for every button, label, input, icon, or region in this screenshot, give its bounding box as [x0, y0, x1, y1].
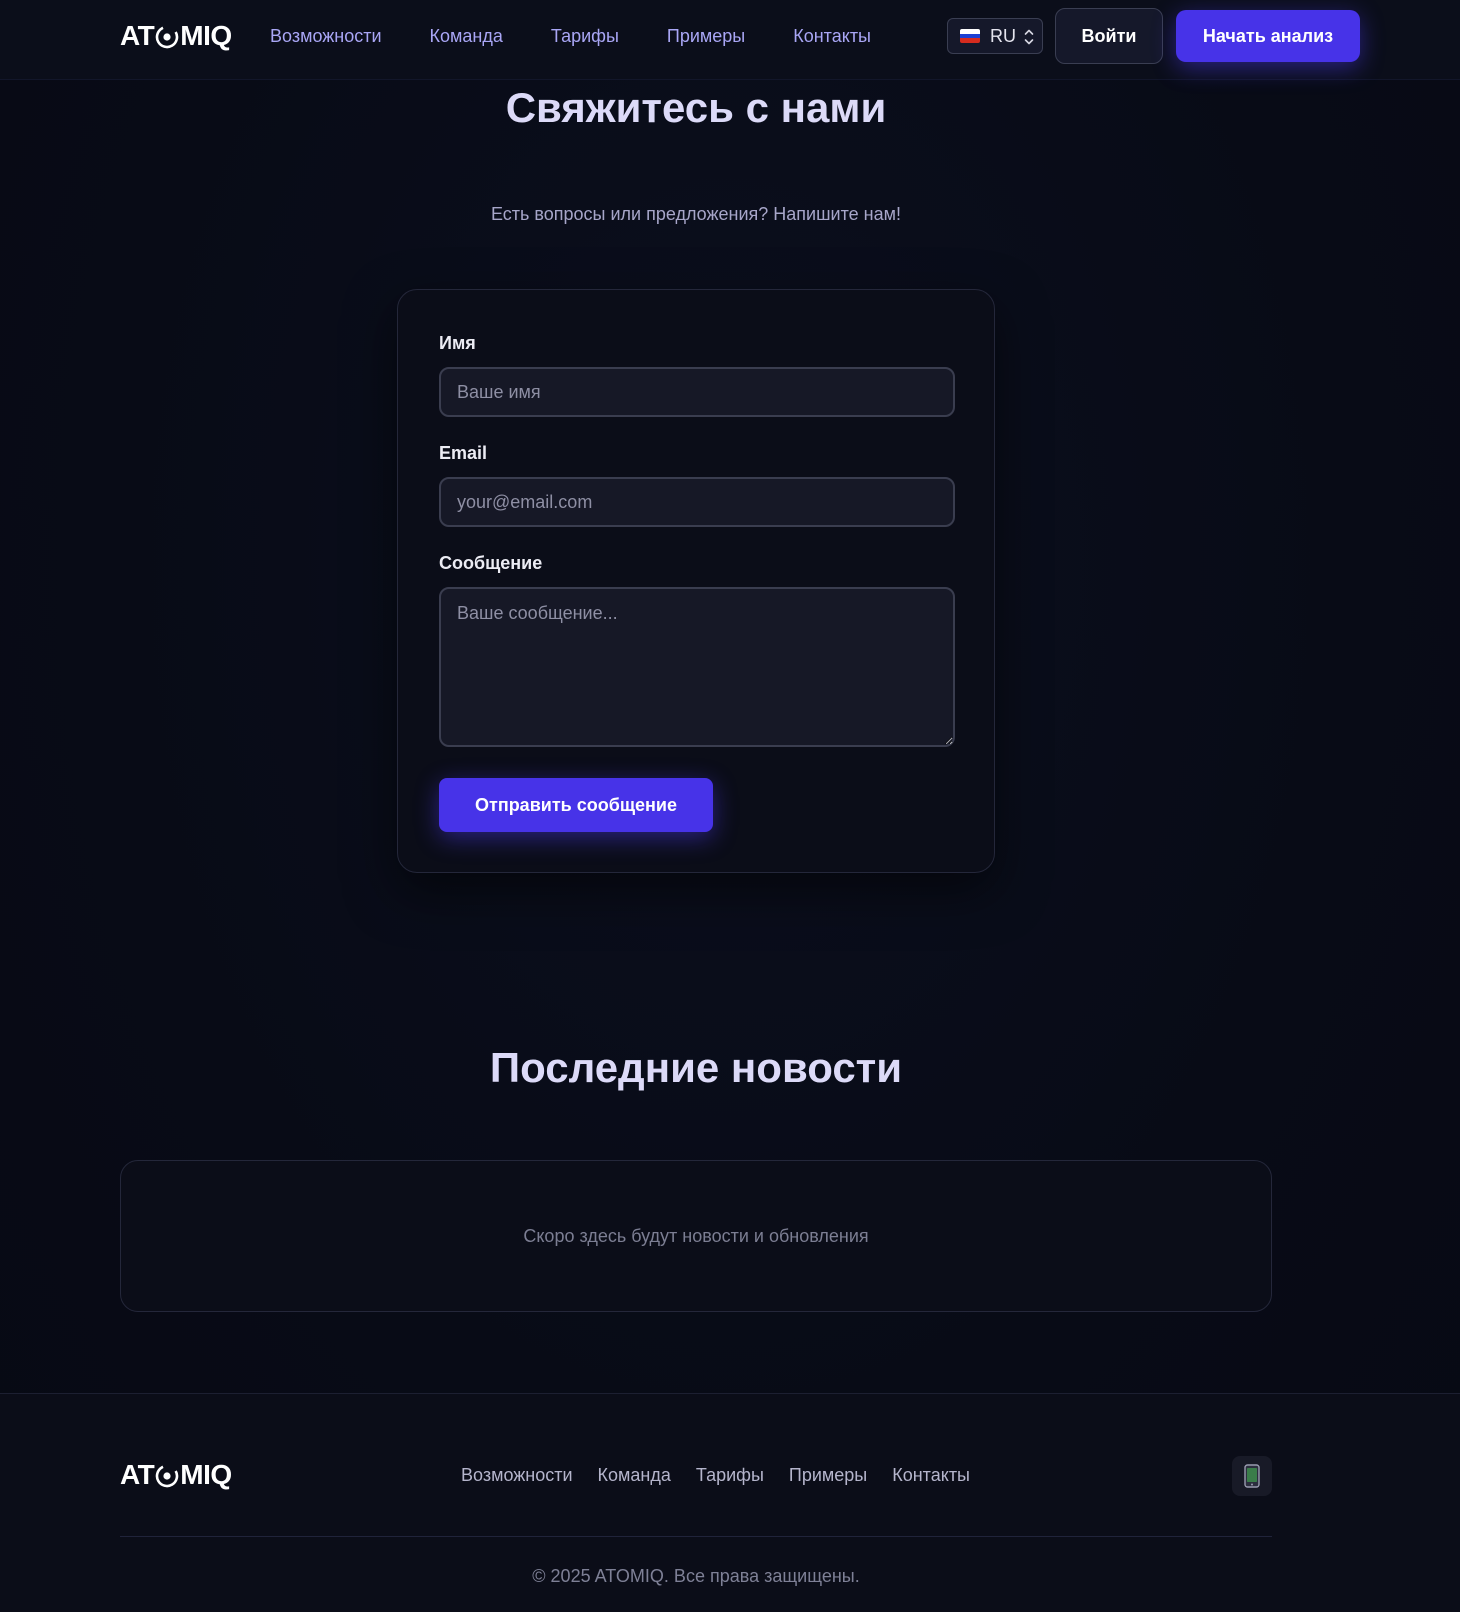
footer-link-pricing[interactable]: Тарифы: [696, 1461, 764, 1489]
nav-item-features[interactable]: Возможности: [270, 22, 382, 50]
russia-flag-icon: [960, 29, 980, 43]
mobile-phone-icon: [1244, 1464, 1260, 1488]
footer-atomiq-logo[interactable]: AT MIQ: [120, 1459, 232, 1490]
name-input[interactable]: [439, 367, 955, 417]
footer-atom-icon: [155, 1463, 179, 1488]
footer-link-contacts[interactable]: Контакты: [892, 1461, 970, 1489]
atom-icon: [155, 24, 179, 49]
email-input[interactable]: [439, 477, 955, 527]
login-button[interactable]: Войти: [1055, 8, 1163, 64]
send-message-button[interactable]: Отправить сообщение: [439, 778, 713, 832]
logo-text-right: MIQ: [180, 20, 232, 51]
contact-subtitle: Есть вопросы или предложения? Напишите н…: [490, 204, 901, 224]
footer-logo-text-right: MIQ: [180, 1459, 232, 1490]
email-label: Email: [439, 443, 488, 463]
contact-title: Свяжитесь с нами: [505, 84, 887, 131]
name-label: Имя: [439, 333, 476, 353]
news-title: Последние новости: [489, 1044, 903, 1091]
language-select[interactable]: RU: [947, 18, 1043, 54]
atomiq-logo[interactable]: AT MIQ: [120, 20, 232, 51]
footer-divider: [120, 1536, 1272, 1537]
site-header: AT MIQ Возможности Команда Тарифы Пример…: [0, 0, 1460, 80]
nav-item-pricing[interactable]: Тарифы: [551, 22, 619, 50]
footer-logo-text-left: AT: [120, 1459, 155, 1490]
main-nav: Возможности Команда Тарифы Примеры Конта…: [270, 22, 871, 50]
footer-nav: Возможности Команда Тарифы Примеры Конта…: [461, 1461, 970, 1489]
nav-item-team[interactable]: Команда: [430, 22, 503, 50]
logo-text-left: AT: [120, 20, 155, 51]
news-empty-text: Скоро здесь будут новости и обновления: [523, 1225, 869, 1246]
nav-item-examples[interactable]: Примеры: [667, 22, 745, 50]
footer-link-examples[interactable]: Примеры: [789, 1461, 867, 1489]
message-label: Сообщение: [439, 553, 543, 573]
footer-link-team[interactable]: Команда: [598, 1461, 671, 1489]
mobile-app-button[interactable]: [1232, 1456, 1272, 1496]
contact-form: Имя Email Сообщение Отправить сообщение: [397, 289, 995, 873]
footer-link-features[interactable]: Возможности: [461, 1461, 573, 1489]
message-textarea[interactable]: [439, 587, 955, 747]
news-placeholder-card: Скоро здесь будут новости и обновления: [120, 1160, 1272, 1312]
start-analysis-button[interactable]: Начать анализ: [1176, 10, 1360, 62]
language-selected-value: RU: [990, 25, 1016, 46]
site-footer: AT MIQ Возможности Команда Тарифы Пример…: [0, 1393, 1460, 1612]
chevron-up-down-icon: [1024, 29, 1034, 45]
copyright-text: © 2025 ATOMIQ. Все права защищены.: [532, 1566, 860, 1586]
nav-item-contacts[interactable]: Контакты: [793, 22, 871, 50]
